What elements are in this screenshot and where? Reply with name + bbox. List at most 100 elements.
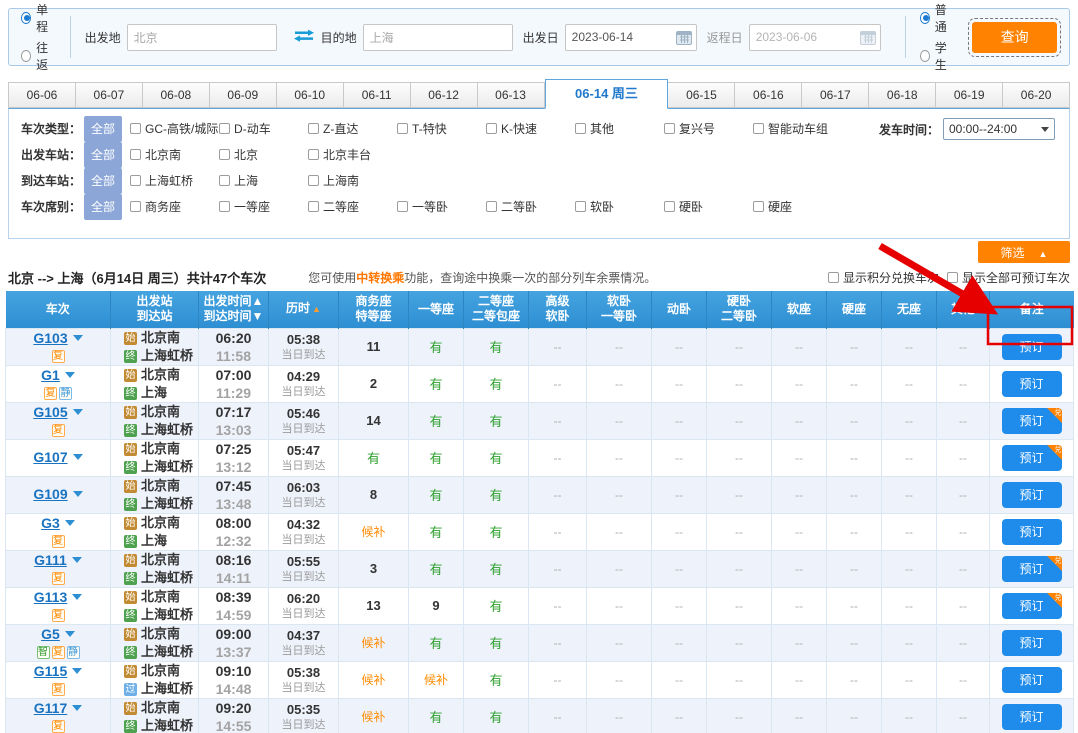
column-header[interactable]: 出发时间▲到达时间▼ — [199, 291, 269, 328]
all-badge[interactable]: 全部 — [84, 142, 122, 168]
filter-option-一等卧[interactable]: 一等卧 — [397, 195, 486, 219]
date-tab-06-15[interactable]: 06-15 — [668, 82, 735, 108]
train-number-link[interactable]: G107 — [33, 449, 67, 465]
train-number-link[interactable]: G3 — [41, 515, 60, 531]
transfer-link[interactable]: 中转换乘 — [356, 271, 404, 285]
all-badge[interactable]: 全部 — [84, 116, 122, 142]
checkbox-icon[interactable] — [486, 201, 497, 212]
filter-option-商务座[interactable]: 商务座 — [130, 195, 219, 219]
filter-option-复兴号[interactable]: 复兴号 — [664, 117, 753, 141]
checkbox-icon[interactable] — [130, 201, 141, 212]
date-tab-06-09[interactable]: 06-09 — [210, 82, 277, 108]
train-number-link[interactable]: G109 — [33, 486, 67, 502]
radio-icon[interactable] — [21, 50, 31, 62]
train-number-link[interactable]: G1 — [41, 367, 60, 383]
radio-往返[interactable]: 往返 — [21, 39, 56, 73]
train-number-link[interactable]: G105 — [33, 404, 67, 420]
book-button[interactable]: 预订 — [1002, 630, 1062, 656]
checkbox-icon[interactable] — [219, 123, 230, 134]
to-input[interactable] — [363, 24, 513, 51]
book-button[interactable]: 预订 — [1002, 704, 1062, 730]
filter-option-Z-直达[interactable]: Z-直达 — [308, 117, 397, 141]
train-number-link[interactable]: G103 — [33, 330, 67, 346]
filter-option-上海虹桥[interactable]: 上海虹桥 — [130, 169, 219, 193]
filter-option-一等座[interactable]: 一等座 — [219, 195, 308, 219]
checkbox-icon[interactable] — [308, 175, 319, 186]
checkbox-icon[interactable] — [753, 123, 764, 134]
column-header[interactable]: 高级软卧 — [529, 291, 587, 328]
date-tab-06-07[interactable]: 06-07 — [76, 82, 143, 108]
date-tab-06-13[interactable]: 06-13 — [478, 82, 545, 108]
column-header[interactable]: 软卧一等卧 — [587, 291, 652, 328]
column-header[interactable]: 二等座二等包座 — [464, 291, 529, 328]
chevron-down-icon[interactable] — [72, 668, 82, 674]
filter-option-K-快速[interactable]: K-快速 — [486, 117, 575, 141]
date-tab-06-08[interactable]: 06-08 — [143, 82, 210, 108]
book-button[interactable]: 预订 — [1002, 519, 1062, 545]
date-tab-06-19[interactable]: 06-19 — [936, 82, 1003, 108]
checkbox-icon[interactable] — [219, 201, 230, 212]
train-number-link[interactable]: G113 — [34, 589, 67, 605]
train-number-link[interactable]: G5 — [41, 626, 60, 642]
filter-option-二等卧[interactable]: 二等卧 — [486, 195, 575, 219]
checkbox-icon[interactable] — [486, 123, 497, 134]
book-button[interactable]: 预订 — [1002, 482, 1062, 508]
filter-option-北京[interactable]: 北京 — [219, 143, 308, 167]
checkbox-icon[interactable] — [308, 201, 319, 212]
filter-option-北京南[interactable]: 北京南 — [130, 143, 219, 167]
checkbox-icon[interactable] — [130, 149, 141, 160]
filter-option-上海南[interactable]: 上海南 — [308, 169, 397, 193]
date-tab-06-10[interactable]: 06-10 — [277, 82, 344, 108]
checkbox-icon[interactable] — [947, 272, 958, 283]
date-tab-06-12[interactable]: 06-12 — [411, 82, 478, 108]
checkbox-icon[interactable] — [397, 123, 408, 134]
filter-option-硬座[interactable]: 硬座 — [753, 195, 842, 219]
date-tab-06-11[interactable]: 06-11 — [344, 82, 411, 108]
radio-学生[interactable]: 学生 — [920, 39, 955, 73]
filter-option-其他[interactable]: 其他 — [575, 117, 664, 141]
filter-option-二等座[interactable]: 二等座 — [308, 195, 397, 219]
book-button[interactable]: 预订兑 — [1002, 445, 1062, 471]
book-button[interactable]: 预订兑 — [1002, 408, 1062, 434]
depart-time-select[interactable]: 00:00--24:00 — [943, 118, 1055, 140]
book-button[interactable]: 预订兑 — [1002, 593, 1062, 619]
filter-option-D-动车[interactable]: D-动车 — [219, 117, 308, 141]
checkbox-icon[interactable] — [664, 201, 675, 212]
sort-asc-icon[interactable]: ▲ — [312, 304, 321, 314]
chevron-down-icon[interactable] — [72, 705, 82, 711]
date-tab-06-18[interactable]: 06-18 — [869, 82, 936, 108]
train-number-link[interactable]: G117 — [34, 700, 67, 716]
filter-option-北京丰台[interactable]: 北京丰台 — [308, 143, 397, 167]
filter-option-T-特快[interactable]: T-特快 — [397, 117, 486, 141]
chevron-down-icon[interactable] — [65, 631, 75, 637]
column-header[interactable]: 备注 — [990, 291, 1074, 328]
chevron-down-icon[interactable] — [73, 409, 83, 415]
chevron-down-icon[interactable] — [72, 594, 82, 600]
column-header[interactable]: 动卧 — [652, 291, 707, 328]
all-badge[interactable]: 全部 — [84, 194, 122, 220]
date-tab-06-06[interactable]: 06-06 — [8, 82, 76, 108]
column-header[interactable]: 车次 — [6, 291, 111, 328]
chevron-down-icon[interactable] — [65, 372, 75, 378]
date-tab-06-20[interactable]: 06-20 — [1003, 82, 1070, 108]
from-input[interactable] — [127, 24, 277, 51]
column-header[interactable]: 一等座 — [409, 291, 464, 328]
checkbox-icon[interactable] — [753, 201, 764, 212]
chevron-down-icon[interactable] — [72, 557, 82, 563]
column-header[interactable]: 软座 — [772, 291, 827, 328]
train-number-link[interactable]: G115 — [34, 663, 67, 679]
date-tab-06-17[interactable]: 06-17 — [802, 82, 869, 108]
column-header[interactable]: 商务座特等座 — [339, 291, 409, 328]
book-button[interactable]: 预订 — [1002, 667, 1062, 693]
chevron-down-icon[interactable] — [65, 520, 75, 526]
toggle-points-redeem[interactable]: 显示积分兑换车次 — [828, 269, 939, 286]
book-button[interactable]: 预订兑 — [1002, 556, 1062, 582]
column-header[interactable]: 硬座 — [827, 291, 882, 328]
filter-option-硬卧[interactable]: 硬卧 — [664, 195, 753, 219]
checkbox-icon[interactable] — [219, 175, 230, 186]
date-tab-06-14 周三[interactable]: 06-14 周三 — [545, 79, 669, 109]
chevron-down-icon[interactable] — [73, 491, 83, 497]
chevron-down-icon[interactable] — [73, 454, 83, 460]
checkbox-icon[interactable] — [575, 201, 586, 212]
radio-普通[interactable]: 普通 — [920, 1, 955, 35]
